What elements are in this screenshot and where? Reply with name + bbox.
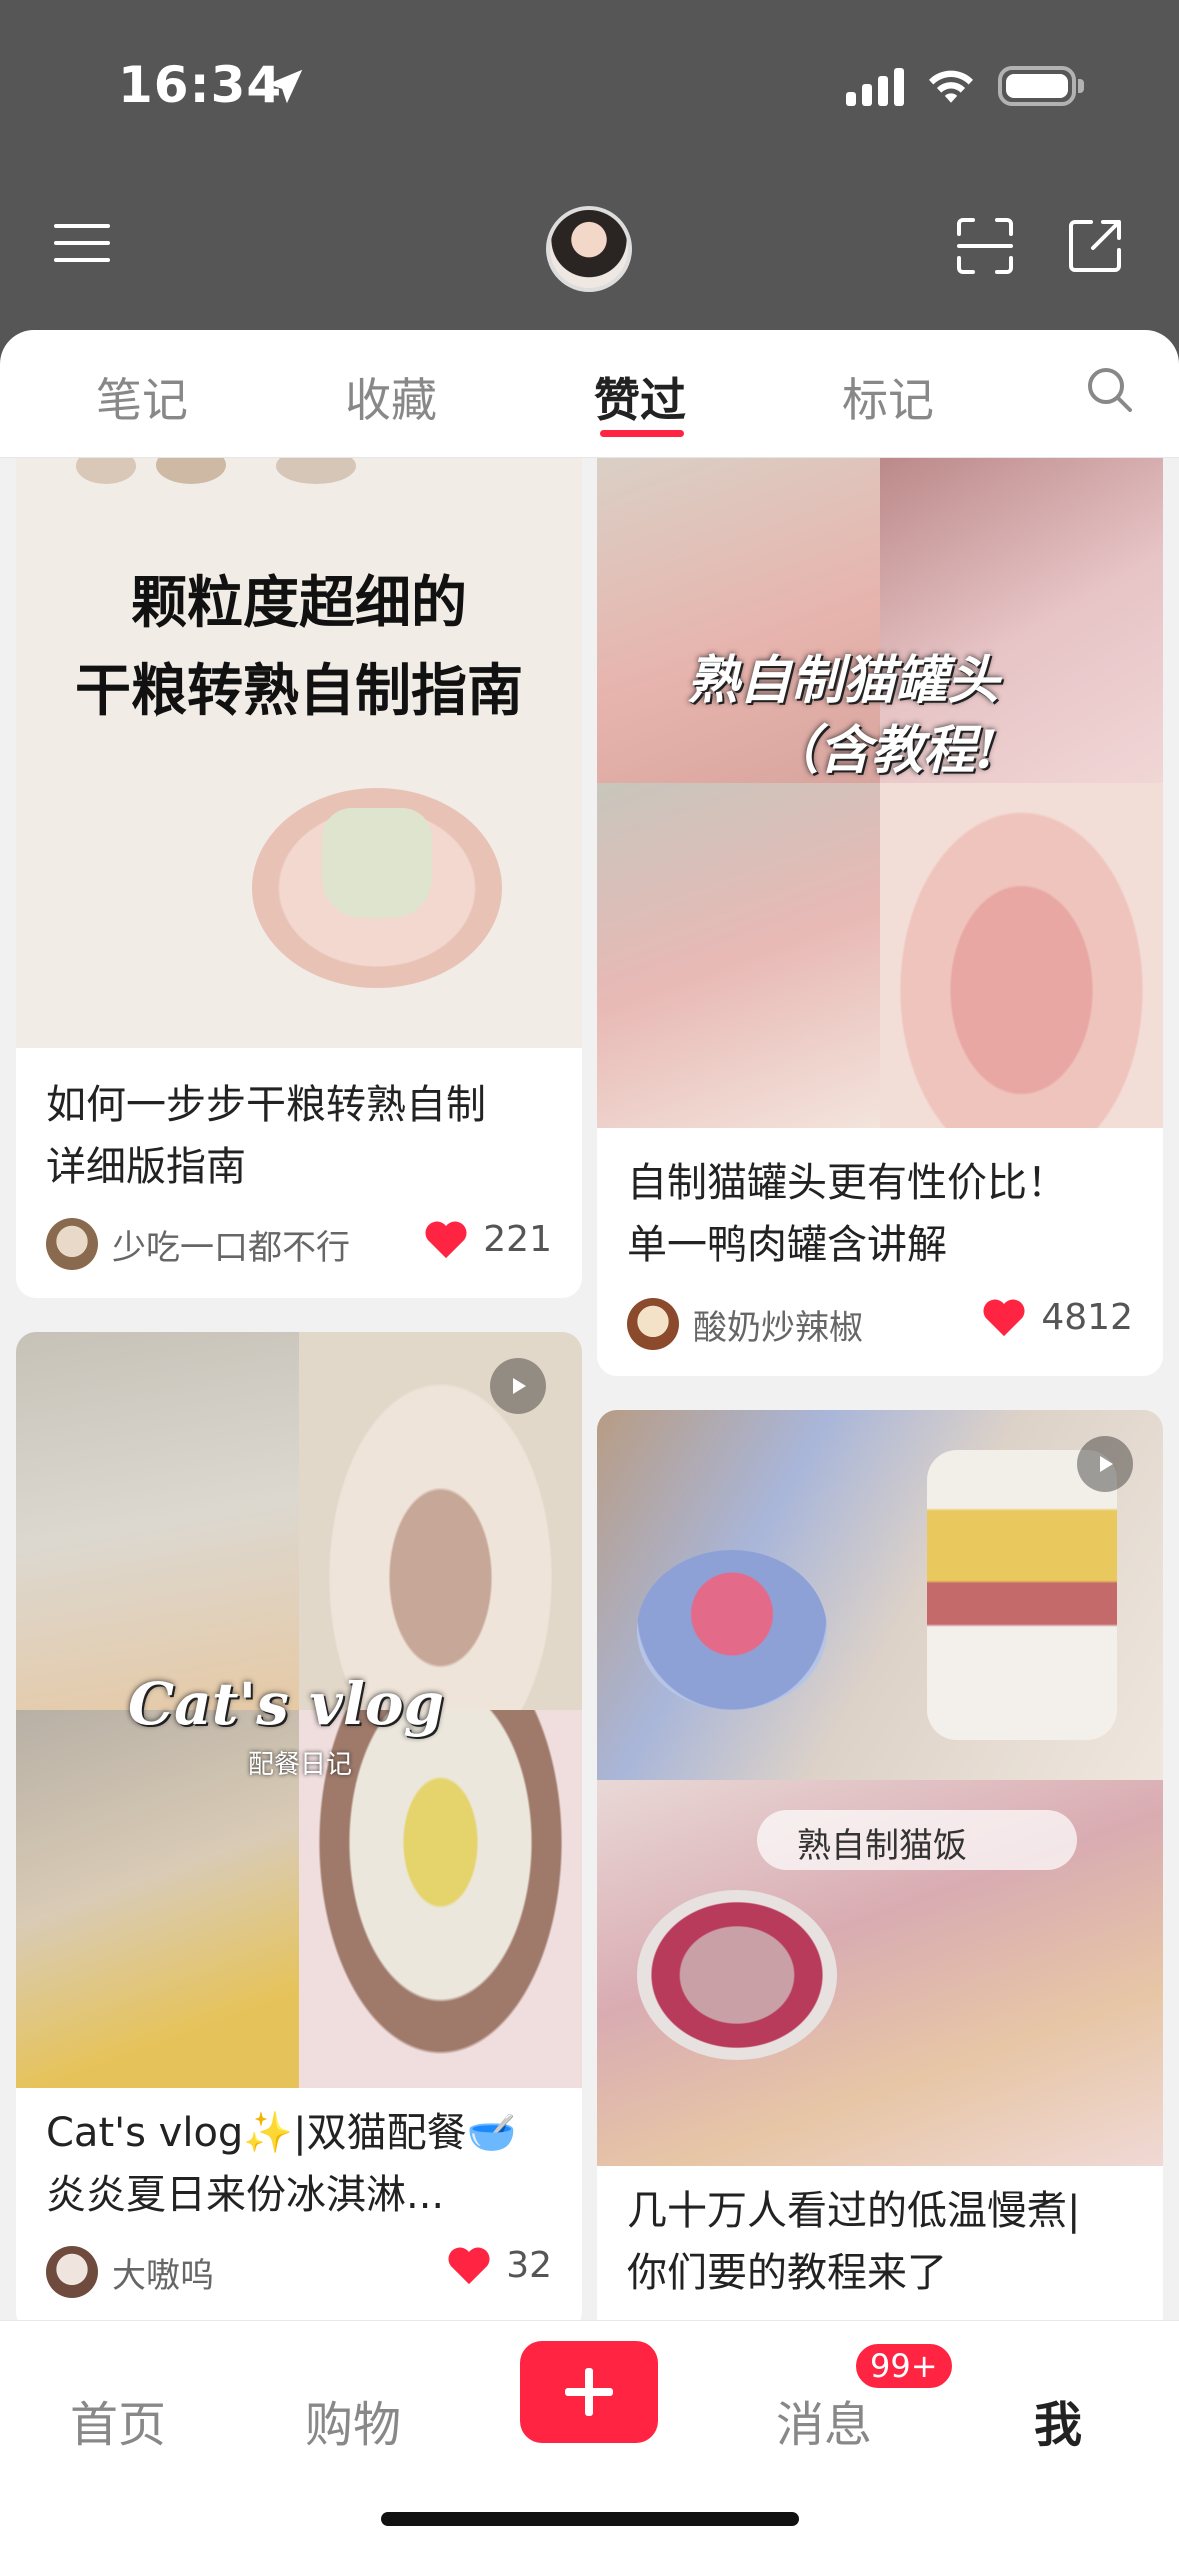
author-name[interactable]: 大嗷呜	[112, 2248, 214, 2297]
notes-feed[interactable]: 颗粒度超细的 干粮转熟自制指南 如何一步步干粮转熟自制 详细版指南 少吃一口都不…	[0, 458, 1179, 2320]
video-badge	[490, 1358, 546, 1414]
plus-icon	[565, 2368, 613, 2416]
menu-icon[interactable]	[52, 218, 112, 268]
share-icon[interactable]	[1063, 214, 1127, 278]
note-title: 自制猫罐头更有性价比！	[627, 1160, 1067, 1206]
note-title: 炎炎夏日来份冰淇淋...	[46, 2172, 445, 2218]
heart-icon[interactable]	[423, 1218, 469, 1260]
author-avatar[interactable]	[627, 1298, 679, 1350]
note-cover-image[interactable]: Cat's vlog 配餐日记	[16, 1332, 582, 2088]
tab-collections[interactable]: 收藏	[345, 364, 437, 430]
home-indicator	[381, 2512, 799, 2526]
profile-avatar[interactable]	[546, 206, 632, 292]
note-title: 你们要的教程来了	[627, 2250, 947, 2296]
cover-caption: Cat's vlog	[128, 1670, 445, 1738]
like-count: 4812	[1041, 1296, 1133, 1338]
photo-bowl	[880, 783, 1163, 1128]
note-title: 几十万人看过的低温慢煮|	[627, 2188, 1081, 2234]
nav-me[interactable]: 我	[1034, 2385, 1082, 2455]
tab-notes[interactable]: 笔记	[96, 364, 188, 430]
location-arrow-icon	[267, 69, 303, 104]
photo-measuring-cup	[597, 783, 880, 1128]
play-icon	[513, 1378, 526, 1394]
tab-bar: 笔记 收藏 赞过 标记	[0, 330, 1179, 458]
food-mold	[322, 808, 432, 918]
nav-shop[interactable]: 购物	[305, 2385, 401, 2455]
heart-icon[interactable]	[446, 2244, 492, 2286]
scan-icon[interactable]	[953, 214, 1017, 278]
note-author[interactable]: 酸奶炒辣椒	[627, 1298, 863, 1350]
photo-food-pack	[16, 1332, 299, 1710]
cover-caption: 熟自制猫罐头	[687, 650, 1000, 711]
note-cover-image[interactable]: 熟自制猫饭	[597, 1410, 1163, 2166]
note-author[interactable]: 少吃一口都不行	[46, 1218, 350, 1270]
like-count: 221	[483, 1218, 552, 1260]
note-title: Cat's vlog✨|双猫配餐🥣	[46, 2110, 517, 2156]
nav-messages[interactable]: 消息	[776, 2385, 872, 2455]
status-time: 16:34	[118, 56, 283, 114]
author-avatar[interactable]	[46, 1218, 98, 1270]
messages-badge: 99+	[853, 2341, 955, 2391]
note-card[interactable]: 颗粒度超细的 干粮转熟自制指南 如何一步步干粮转熟自制 详细版指南 少吃一口都不…	[16, 458, 582, 1298]
author-name[interactable]: 少吃一口都不行	[112, 1220, 350, 1269]
nav-home[interactable]: 首页	[70, 2385, 166, 2455]
wifi-icon	[929, 70, 973, 103]
play-icon	[1100, 1456, 1113, 1472]
battery-tip	[1078, 79, 1084, 93]
like-button[interactable]: 221	[423, 1218, 552, 1260]
note-title: 详细版指南	[46, 1144, 246, 1190]
cover-caption: 熟自制猫饭	[797, 1826, 967, 1866]
cooker	[927, 1450, 1117, 1740]
tab-liked[interactable]: 赞过	[594, 364, 686, 430]
active-tab-indicator	[600, 430, 684, 437]
signal-icon	[846, 66, 904, 106]
note-card[interactable]: 熟自制猫饭 几十万人看过的低温慢煮| 你们要的教程来了	[597, 1410, 1163, 2320]
food-dish	[637, 1890, 837, 2060]
create-post-button[interactable]	[520, 2341, 658, 2443]
note-cover-image[interactable]: 颗粒度超细的 干粮转熟自制指南	[16, 458, 582, 1048]
kibble-decoration	[76, 458, 136, 484]
note-title: 如何一步步干粮转熟自制	[46, 1082, 486, 1128]
kibble-decoration	[156, 458, 226, 484]
like-button[interactable]: 32	[446, 2244, 552, 2286]
cover-caption: 干粮转熟自制指南	[75, 659, 523, 724]
author-name[interactable]: 酸奶炒辣椒	[693, 1300, 863, 1349]
tab-marked[interactable]: 标记	[842, 364, 934, 430]
pink-mold-plate	[637, 1550, 827, 1710]
note-title: 单一鸭肉罐含讲解	[627, 1222, 947, 1268]
heart-icon[interactable]	[981, 1296, 1027, 1338]
author-avatar[interactable]	[46, 2246, 98, 2298]
note-card[interactable]: Cat's vlog 配餐日记 Cat's vlog✨|双猫配餐🥣 炎炎夏日来份…	[16, 1332, 582, 2320]
note-cover-image[interactable]: 熟自制猫罐头 （含教程!	[597, 458, 1163, 1128]
cover-caption: （含教程!	[767, 720, 998, 781]
note-author[interactable]: 大嗷呜	[46, 2246, 214, 2298]
video-badge	[1077, 1436, 1133, 1492]
like-button[interactable]: 4812	[981, 1296, 1133, 1338]
cover-subcaption: 配餐日记	[248, 1750, 353, 1780]
cover-caption: 颗粒度超细的	[131, 571, 467, 636]
note-card[interactable]: 熟自制猫罐头 （含教程! 自制猫罐头更有性价比！ 单一鸭肉罐含讲解 酸奶炒辣椒 …	[597, 458, 1163, 1376]
kibble-decoration	[276, 458, 356, 484]
search-icon[interactable]	[1084, 364, 1134, 414]
battery-icon	[998, 66, 1076, 106]
like-count: 32	[506, 2244, 552, 2286]
